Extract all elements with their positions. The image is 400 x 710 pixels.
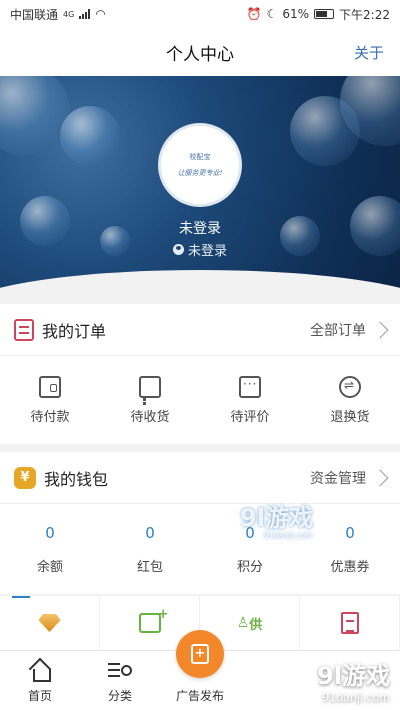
balance-value: 0 [45,523,55,542]
wifi-icon: ◠ [95,7,106,21]
supply-label: 供 [249,617,263,633]
tab-publish-label: 广告发布 [175,689,224,703]
time-label: 下午2:22 [339,7,390,22]
avatar-slogan-text: 让服务更专业! [177,169,223,177]
order-refund[interactable]: 退换货 [300,356,400,444]
all-orders-label: 全部订单 [310,322,366,339]
coupons-label: 优惠券 [330,559,370,575]
category-search-icon [108,661,132,681]
about-link[interactable]: 关于 [354,42,384,63]
wallet-header[interactable]: ¥ 我的钱包 资金管理 [0,452,400,504]
diamond-icon [38,614,61,632]
all-orders-link[interactable]: 全部订单 [310,320,389,340]
fund-management-link[interactable]: 资金管理 [310,468,389,488]
carrier-label: 中国联通 [10,7,59,22]
order-status-label: 待付款 [30,409,70,425]
points-label: 积分 [236,559,263,575]
wallet-balance[interactable]: 0 余额 [0,504,100,594]
battery-label: 61% [282,7,310,21]
watermark-domain: 91danji.com [263,531,313,540]
tab-empty-1 [240,651,320,710]
order-list-icon [14,318,34,341]
comment-icon [239,375,261,398]
tab-home-label: 首页 [27,689,52,703]
add-shop-icon [138,607,169,633]
money-bag-icon: ¥ [14,466,36,489]
avatar-logo-text: 校配宝 [189,153,211,161]
header-curve [0,270,400,304]
battery-icon [314,9,335,19]
shortcut-vip[interactable] [0,596,100,650]
avatar[interactable]: 校配宝 让服务更专业! [158,123,242,207]
page-title: 个人中心 [166,44,234,65]
network-label: 4G [63,9,75,19]
orders-header[interactable]: 我的订单 全部订单 [0,304,400,356]
status-right: ⏰ ☾ 61% 下午2:22 [247,6,390,23]
orders-title: 我的订单 [42,321,107,341]
chevron-right-icon [371,321,389,338]
background-bubble [60,106,120,166]
order-status-label: 待评价 [230,409,270,425]
login-name[interactable]: 未登录 [0,218,400,238]
clipboard-icon [340,612,359,634]
red-packet-label: 红包 [136,559,163,575]
strip-indicator [12,596,30,598]
login-status-label: 未登录 [187,244,227,259]
order-pending-payment[interactable]: 待付款 [0,356,100,444]
wallet-title: 我的钱包 [44,469,109,489]
corner-domain: 91danji.com [322,691,390,704]
fund-management-label: 资金管理 [310,470,366,487]
bookmark-plus-icon: + [191,644,209,664]
wallet-icon [39,375,61,398]
home-icon [29,661,51,682]
watermark-brand: 9l游戏 [240,504,313,532]
tab-category-label: 分类 [107,689,132,703]
wallet-coupons[interactable]: 0 优惠券 [300,504,400,594]
publish-ad-button[interactable]: + [176,630,224,678]
refund-icon [339,375,361,398]
order-status-label: 退换货 [330,409,370,425]
truck-icon [139,375,161,402]
order-status-label: 待收货 [130,409,170,425]
background-bubble [0,76,70,156]
person-icon: ♙ [236,615,250,631]
order-status-row: 待付款 待收货 待评价 退换货 [0,356,400,444]
nav-bar: 个人中心 关于 [0,28,400,76]
tab-home[interactable]: 首页 [0,651,80,710]
corner-brand: 9l游戏 [317,662,390,690]
status-left: 中国联通 4G ◠ [10,6,106,23]
coupons-value: 0 [345,523,355,542]
watermark-corner: 9l游戏 91danji.com [317,656,390,704]
wallet-red-packet[interactable]: 0 红包 [100,504,200,594]
orders-card: 我的订单 全部订单 待付款 待收货 待评价 退换货 [0,304,400,444]
login-status[interactable]: 未登录 [0,240,400,259]
user-icon [172,244,184,255]
status-bar: 中国联通 4G ◠ ⏰ ☾ 61% 下午2:22 [0,0,400,28]
red-packet-value: 0 [145,523,155,542]
wallet-card: ¥ 我的钱包 资金管理 0 余额 0 红包 0 积分 0 优惠券 [0,452,400,594]
order-pending-review[interactable]: 待评价 [200,356,300,444]
order-pending-receipt[interactable]: 待收货 [100,356,200,444]
shortcut-list[interactable] [300,596,400,650]
alarm-icon: ⏰ [246,7,262,21]
tab-category[interactable]: 分类 [80,651,160,710]
balance-label: 余额 [36,559,63,575]
chevron-right-icon [371,469,389,486]
moon-icon: ☾ [266,7,278,21]
signal-icon [79,9,91,19]
watermark-logo: 9l游戏 91danji.com [240,498,313,540]
profile-header: 校配宝 让服务更专业! 未登录 未登录 [0,76,400,304]
wallet-stats-row: 0 余额 0 红包 0 积分 0 优惠券 [0,504,400,594]
